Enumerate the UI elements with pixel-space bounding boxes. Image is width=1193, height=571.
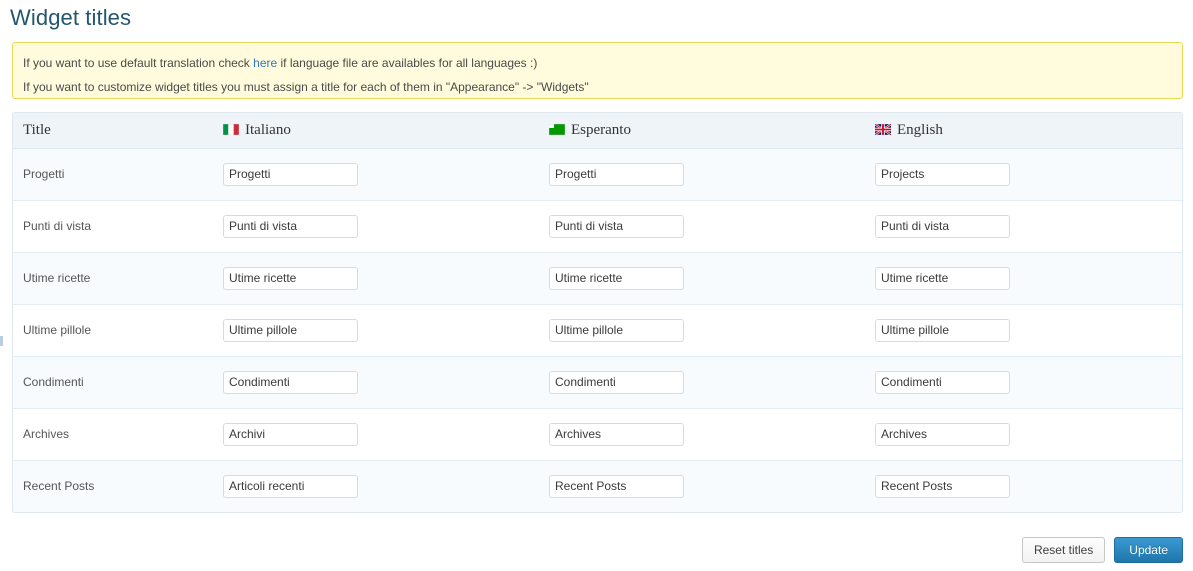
update-button[interactable]: Update — [1114, 537, 1183, 563]
title-input-italiano[interactable] — [223, 214, 358, 238]
title-input-esperanto[interactable] — [549, 162, 684, 186]
column-header-esperanto-label: Esperanto — [571, 121, 631, 138]
title-input-italiano[interactable] — [223, 370, 358, 394]
row-title-label: Ultime pillole — [13, 304, 213, 357]
notice-line-1: If you want to use default translation c… — [23, 51, 1172, 74]
notice-line-2: If you want to customize widget titles y… — [23, 79, 589, 94]
title-input-italiano[interactable] — [223, 422, 358, 446]
title-input-esperanto[interactable] — [549, 474, 684, 498]
cell-esperanto — [539, 460, 865, 513]
cell-esperanto — [539, 200, 865, 253]
reset-titles-button[interactable]: Reset titles — [1021, 537, 1106, 563]
cell-italiano — [213, 200, 539, 253]
title-input-italiano[interactable] — [223, 162, 358, 186]
cell-italiano — [213, 304, 539, 357]
cell-italiano — [213, 460, 539, 513]
column-header-title-label: Title — [23, 121, 51, 138]
cell-english — [865, 356, 1182, 409]
table-body: ProgettiPunti di vistaUtime ricetteUltim… — [13, 148, 1182, 513]
title-input-english[interactable] — [875, 214, 1010, 238]
widget-titles-table: Title Italiano Esperanto English Progett… — [13, 112, 1182, 513]
title-input-english[interactable] — [875, 422, 1010, 446]
table-header-row: Title Italiano Esperanto English — [13, 112, 1182, 149]
widget-titles-table-container: Title Italiano Esperanto English Progett… — [12, 111, 1183, 514]
cell-esperanto — [539, 304, 865, 357]
cell-italiano — [213, 252, 539, 305]
table-row: Archives — [13, 408, 1182, 461]
column-header-italiano: Italiano — [213, 112, 539, 149]
cell-esperanto — [539, 252, 865, 305]
column-header-title: Title — [13, 112, 213, 149]
flag-uk-icon — [875, 123, 891, 135]
flag-italy-icon — [223, 123, 239, 135]
row-title-label: Progetti — [13, 148, 213, 201]
row-title-label: Utime ricette — [13, 252, 213, 305]
title-input-italiano[interactable] — [223, 318, 358, 342]
title-input-english[interactable] — [875, 318, 1010, 342]
title-input-english[interactable] — [875, 474, 1010, 498]
title-input-english[interactable] — [875, 266, 1010, 290]
notice-line-1-text-before: If you want to use default translation c… — [23, 55, 254, 70]
table-row: Condimenti — [13, 356, 1182, 409]
table-row: Utime ricette — [13, 252, 1182, 305]
title-input-esperanto[interactable] — [549, 214, 684, 238]
cell-english — [865, 148, 1182, 201]
flag-esperanto-icon — [549, 123, 565, 135]
column-header-italiano-label: Italiano — [245, 121, 291, 138]
cell-english — [865, 252, 1182, 305]
form-actions: Reset titles Update — [1021, 537, 1183, 563]
cell-italiano — [213, 408, 539, 461]
table-row: Punti di vista — [13, 200, 1182, 253]
title-input-esperanto[interactable] — [549, 318, 684, 342]
cell-esperanto — [539, 408, 865, 461]
table-row: Progetti — [13, 148, 1182, 201]
cell-italiano — [213, 356, 539, 409]
cell-english — [865, 200, 1182, 253]
info-notice: If you want to use default translation c… — [12, 41, 1183, 99]
column-header-english-label: English — [897, 121, 943, 138]
sidebar-edge-sliver — [0, 336, 3, 346]
cell-esperanto — [539, 148, 865, 201]
cell-english — [865, 304, 1182, 357]
row-title-label: Condimenti — [13, 356, 213, 409]
row-title-label: Archives — [13, 408, 213, 461]
title-input-italiano[interactable] — [223, 474, 358, 498]
table-head: Title Italiano Esperanto English — [13, 112, 1182, 149]
cell-english — [865, 460, 1182, 513]
row-title-label: Punti di vista — [13, 200, 213, 253]
title-input-italiano[interactable] — [223, 266, 358, 290]
page-title: Widget titles — [10, 5, 132, 30]
notice-here-link[interactable]: here — [253, 56, 277, 70]
cell-italiano — [213, 148, 539, 201]
title-input-english[interactable] — [875, 370, 1010, 394]
title-input-english[interactable] — [875, 162, 1010, 186]
cell-esperanto — [539, 356, 865, 409]
table-row: Ultime pillole — [13, 304, 1182, 357]
column-header-esperanto: Esperanto — [539, 112, 865, 149]
row-title-label: Recent Posts — [13, 460, 213, 513]
title-input-esperanto[interactable] — [549, 422, 684, 446]
title-input-esperanto[interactable] — [549, 266, 684, 290]
cell-english — [865, 408, 1182, 461]
title-input-esperanto[interactable] — [549, 370, 684, 394]
column-header-english: English — [865, 112, 1182, 149]
notice-line-1-text-after: if language file are availables for all … — [277, 55, 538, 70]
table-row: Recent Posts — [13, 460, 1182, 513]
